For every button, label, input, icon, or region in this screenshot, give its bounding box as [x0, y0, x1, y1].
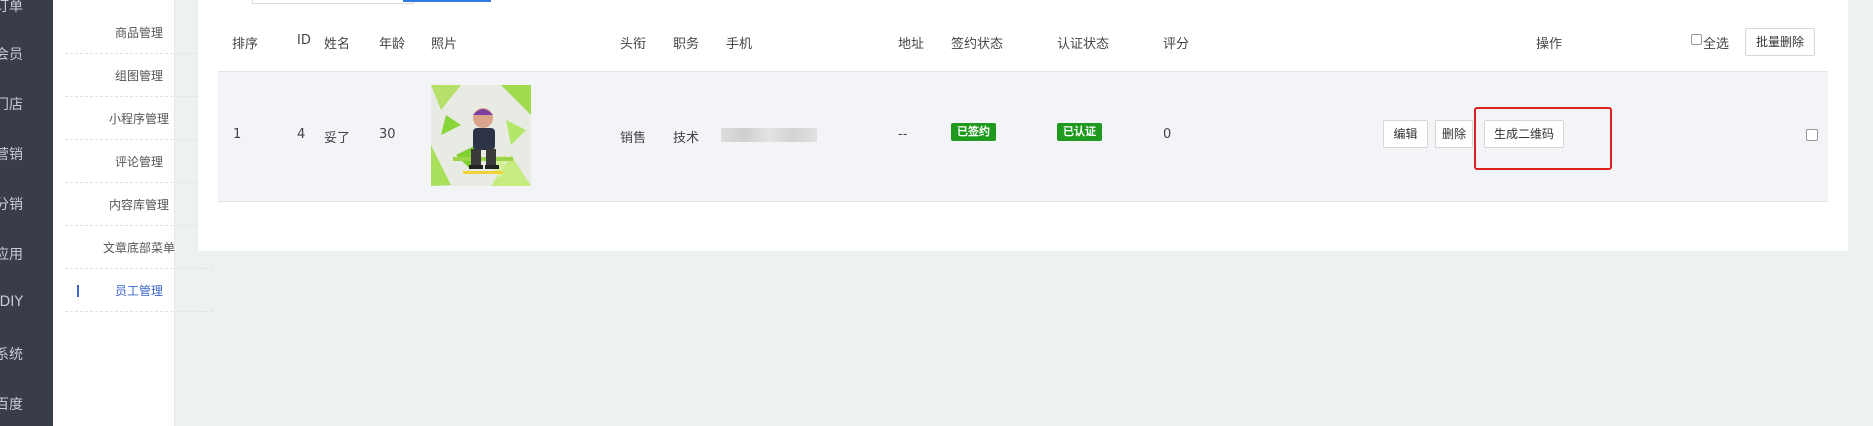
- cell-age: 30: [379, 127, 396, 142]
- header-sign-status: 签约状态: [951, 37, 1004, 52]
- header-auth-status: 认证状态: [1057, 37, 1110, 52]
- subnav-item-comments[interactable]: 评论管理: [65, 141, 213, 183]
- nav-item-diy[interactable]: DIY: [0, 294, 53, 310]
- staff-photo: [431, 85, 531, 186]
- select-all-checkbox[interactable]: [1691, 34, 1702, 45]
- cell-position: 技术: [673, 131, 700, 146]
- nav-item-marketing[interactable]: 营销: [0, 144, 53, 164]
- cell-phone-masked: [721, 128, 817, 142]
- row-checkbox[interactable]: [1806, 129, 1818, 141]
- header-position: 职务: [673, 37, 700, 52]
- header-photo: 照片: [431, 37, 458, 52]
- subnav-item-content-library[interactable]: 内容库管理: [65, 184, 213, 226]
- cell-score: 0: [1163, 127, 1172, 142]
- highlight-annotation: [1474, 107, 1612, 170]
- subnav-item-staff[interactable]: 员工管理: [65, 270, 213, 312]
- search-input[interactable]: [252, 0, 414, 4]
- nav-item-distribution[interactable]: 分销: [0, 194, 53, 214]
- sign-status-badge: 已签约: [951, 123, 996, 141]
- nav-item-stores[interactable]: 门店: [0, 94, 53, 114]
- header-address: 地址: [898, 37, 925, 52]
- nav-item-apps[interactable]: 应用: [0, 244, 53, 264]
- cell-title: 销售: [620, 131, 647, 146]
- header-id: ID: [297, 33, 311, 48]
- header-score: 评分: [1163, 37, 1190, 52]
- delete-button[interactable]: 删除: [1435, 120, 1473, 148]
- cell-sort: 1: [233, 127, 242, 142]
- nav-item-system[interactable]: 系统: [0, 344, 53, 364]
- header-age: 年龄: [379, 37, 406, 52]
- cell-id: 4: [297, 127, 306, 142]
- select-all-label[interactable]: 全选: [1703, 33, 1729, 52]
- cell-name: 妥了: [324, 131, 351, 146]
- subnav-item-article-menu[interactable]: 文章底部菜单: [65, 227, 213, 269]
- subnav-item-goods[interactable]: 商品管理: [65, 12, 213, 54]
- header-name: 姓名: [324, 37, 351, 52]
- header-sort: 排序: [232, 37, 259, 52]
- edit-button[interactable]: 编辑: [1383, 120, 1428, 148]
- auth-status-badge: 已认证: [1057, 123, 1102, 141]
- search-button[interactable]: [403, 0, 491, 2]
- header-title: 头衔: [620, 37, 647, 52]
- nav-item-orders[interactable]: 订单: [0, 0, 53, 16]
- nav-item-baidu[interactable]: 百度: [0, 394, 53, 414]
- nav-item-members[interactable]: 会员: [0, 44, 53, 64]
- header-phone: 手机: [726, 37, 753, 52]
- subnav-item-miniprogram[interactable]: 小程序管理: [65, 98, 213, 140]
- main-sidebar: 订单 会员 门店 营销 分销 应用 DIY 系统 百度: [0, 0, 53, 426]
- cell-address: --: [898, 127, 908, 142]
- header-actions: 操作: [1536, 37, 1563, 52]
- sub-sidebar: 商品管理 组图管理 小程序管理 评论管理 内容库管理 文章底部菜单 员工管理: [53, 0, 213, 426]
- batch-delete-button[interactable]: 批量删除: [1745, 28, 1815, 56]
- subnav-item-gallery[interactable]: 组图管理: [65, 55, 213, 97]
